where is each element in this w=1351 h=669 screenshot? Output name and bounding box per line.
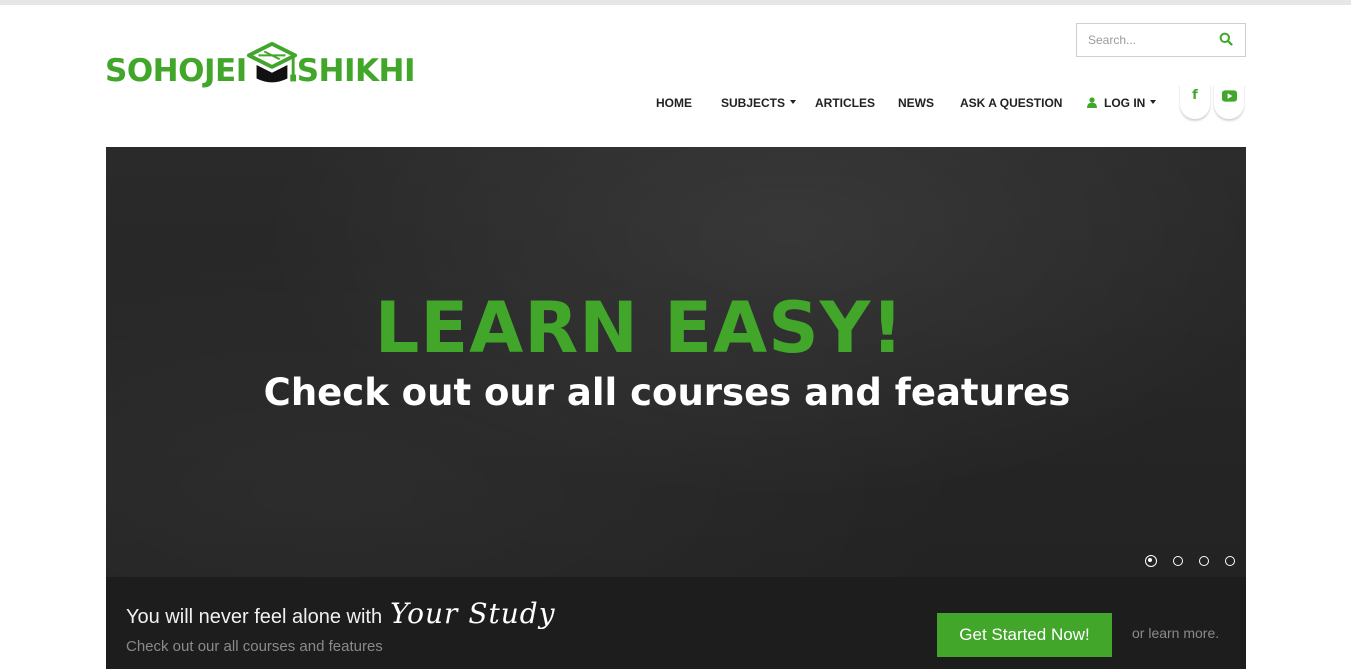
slider-dot-1[interactable] [1145, 555, 1157, 567]
nav-ask-a-question[interactable]: ASK A QUESTION [960, 94, 1062, 112]
site-logo[interactable]: SOHOJEI SHIKHI [105, 41, 416, 101]
nav-subjects[interactable]: SUBJECTS [721, 94, 797, 112]
site-header: SOHOJEI SHIKHI HOME SUBJECTS ARTICLES NE… [0, 5, 1351, 147]
facebook-link[interactable]: f [1180, 84, 1210, 119]
get-started-button[interactable]: Get Started Now! [937, 613, 1112, 657]
promo-bar: You will never feel alone with Your Study… [106, 577, 1246, 669]
user-icon [1087, 97, 1097, 109]
nav-articles[interactable]: ARTICLES [815, 94, 875, 112]
nav-ask-label: ASK A QUESTION [960, 96, 1063, 110]
nav-subjects-label: SUBJECTS [721, 96, 786, 110]
hero-slider: LEARN EASY! Check out our all courses an… [106, 147, 1246, 577]
promo-tagline: You will never feel alone with Your Study [126, 597, 556, 630]
nav-news-label: NEWS [898, 96, 934, 110]
slider-dot-3[interactable] [1199, 556, 1209, 566]
promo-subtext: Check out our all courses and features [126, 638, 383, 655]
logo-text-left: SOHOJEI [105, 52, 247, 89]
nav-news[interactable]: NEWS [898, 94, 934, 112]
chevron-down-icon [1150, 99, 1157, 104]
logo-text-right: SHIKHI [296, 52, 416, 89]
nav-home[interactable]: HOME [656, 94, 692, 112]
nav-log-in[interactable]: LOG IN [1087, 94, 1157, 112]
nav-login-label: LOG IN [1104, 96, 1146, 110]
learn-more-link[interactable]: or learn more. [1132, 625, 1219, 641]
slider-dot-4[interactable] [1225, 556, 1235, 566]
nav-articles-label: ARTICLES [815, 96, 875, 110]
hero-title: LEARN EASY! [374, 287, 905, 369]
search-icon[interactable] [1219, 32, 1233, 46]
chevron-down-icon [790, 99, 797, 104]
hero-subtitle: Check out our all courses and features [263, 371, 1071, 414]
promo-tagline-script: Your Study [390, 597, 556, 630]
slider-dot-2[interactable] [1173, 556, 1183, 566]
youtube-link[interactable] [1214, 84, 1244, 119]
slider-pagination [1143, 554, 1243, 568]
promo-tagline-text: You will never feel alone with [126, 606, 383, 628]
search-input[interactable] [1077, 24, 1218, 56]
youtube-icon [1221, 90, 1237, 102]
search-box [1076, 23, 1246, 57]
facebook-icon: f [1192, 88, 1198, 103]
nav-home-label: HOME [656, 96, 692, 110]
graduation-cap-icon [246, 41, 297, 83]
